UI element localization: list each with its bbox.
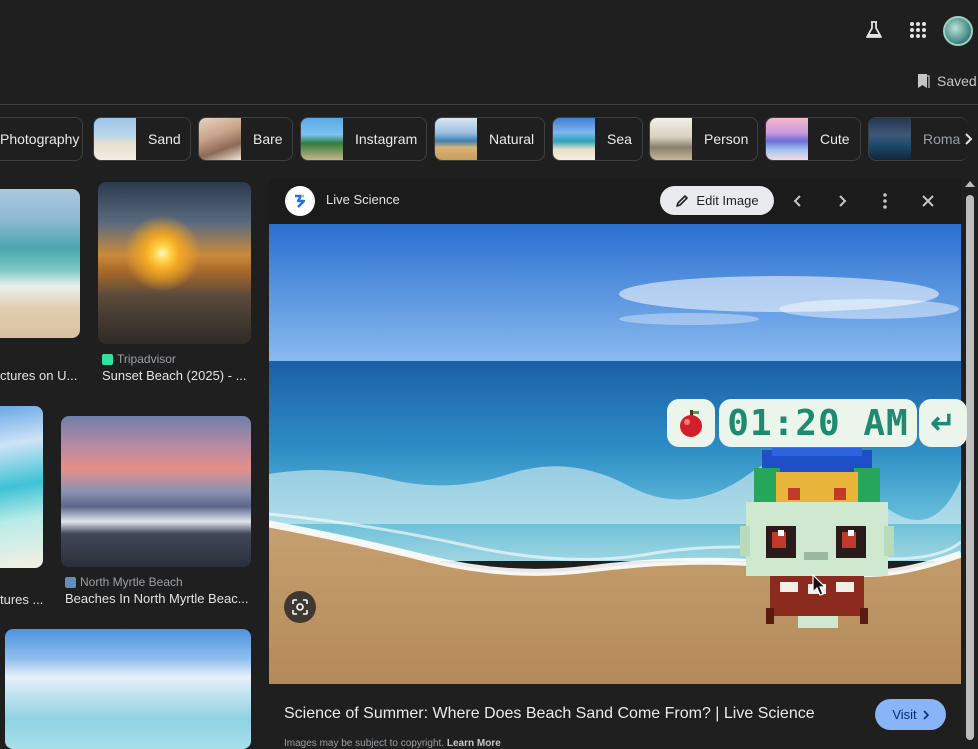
result-caption[interactable]: ctures on U... [0,368,80,383]
result-caption[interactable]: tures ... [0,592,45,607]
edit-image-button[interactable]: Edit Image [660,186,774,215]
google-lens-icon[interactable] [284,591,316,623]
account-avatar[interactable] [943,16,973,46]
chip-sand[interactable]: Sand [93,117,191,161]
chip-sea[interactable]: Sea [552,117,643,161]
close-icon[interactable] [915,188,941,214]
preview-source-name[interactable]: Live Science [326,192,400,207]
chip-instagram[interactable]: Instagram [300,117,427,161]
chip-thumb [199,118,241,160]
scrollbar-thumb[interactable] [966,195,974,740]
result-caption[interactable]: Sunset Beach (2025) - ... [102,368,252,383]
chip-photography[interactable]: Photography [0,117,83,161]
mouse-cursor-icon [812,574,826,596]
chip-label: Instagram [355,131,418,147]
previous-image-chevron-icon[interactable] [785,188,811,214]
chip-bare[interactable]: Bare [198,117,293,161]
result-source-label: Tripadvisor [117,352,176,366]
chip-thumb [650,118,692,160]
preview-scrollbar[interactable] [962,179,978,744]
chip-thumb [766,118,808,160]
saved-link[interactable]: Saved [916,73,977,89]
next-image-chevron-icon[interactable] [829,188,855,214]
chip-label: Sea [607,131,632,147]
bookmark-icon [918,74,930,88]
chip-label: Cute [820,131,850,147]
chip-label: Natural [489,131,535,147]
chip-cute[interactable]: Cute [765,117,861,161]
result-source: Tripadvisor [102,352,176,366]
visit-button[interactable]: Visit [875,699,946,730]
result-image-tropical-beach[interactable] [0,406,43,568]
scroll-up-arrow-icon[interactable] [965,181,975,187]
pencil-icon [676,194,689,207]
chip-label: Person [704,131,749,147]
chip-label: Photography [0,131,80,147]
result-source: North Myrtle Beach [65,575,183,589]
clock-display: 01:20 AM [719,399,917,447]
apple-widget[interactable] [667,399,715,447]
apps-grid-icon[interactable] [906,18,930,42]
visit-label: Visit [892,707,917,722]
chip-thumb [94,118,136,160]
chip-romantic[interactable]: Roma [868,117,968,161]
chip-thumb [869,118,911,160]
result-source-label: North Myrtle Beach [80,575,183,589]
chip-thumb [435,118,477,160]
live-science-logo-icon[interactable] [285,186,315,216]
labs-flask-icon[interactable] [862,18,886,42]
result-image-north-myrtle-beach[interactable] [61,416,251,567]
chip-thumb [301,118,343,160]
chips-next-chevron-icon[interactable] [958,127,978,151]
more-options-icon[interactable] [872,188,898,214]
result-image-sunset-beach[interactable] [98,182,251,344]
north-myrtle-beach-icon [65,576,76,588]
apple-icon [680,410,702,437]
chip-natural[interactable]: Natural [434,117,545,161]
saved-label: Saved [937,73,977,89]
result-image-beach-waves[interactable] [0,189,80,338]
chevron-right-icon [923,709,929,720]
chip-label: Sand [148,131,181,147]
result-image-clear-water[interactable] [5,629,251,749]
header-divider [0,104,978,105]
preview-title[interactable]: Science of Summer: Where Does Beach Sand… [284,705,815,723]
chip-label: Bare [253,131,283,147]
tripadvisor-icon [102,353,113,365]
chip-person[interactable]: Person [649,117,758,161]
pixel-pet-sprite[interactable] [736,448,898,632]
edit-image-label: Edit Image [696,193,759,208]
chip-thumb [553,118,595,160]
result-caption[interactable]: Beaches In North Myrtle Beac... [65,591,250,606]
enter-arrow-icon[interactable]: ↵ [919,399,967,447]
